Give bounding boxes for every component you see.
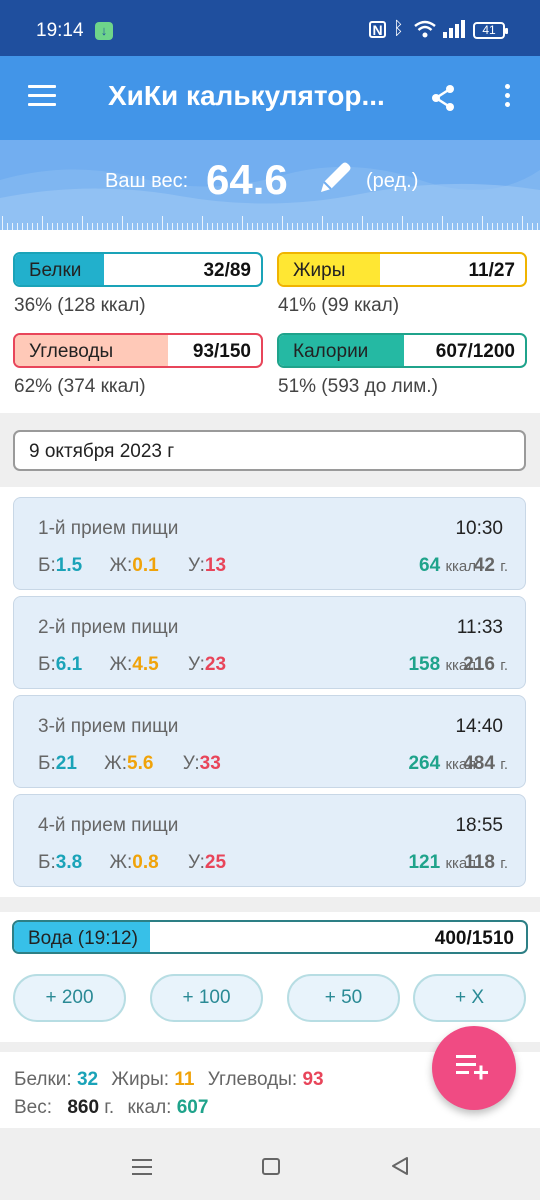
add-to-list-icon: [456, 1055, 488, 1080]
carbs-progress[interactable]: Углеводы 93/150: [13, 333, 263, 368]
summary-weight: 860: [67, 1097, 100, 1118]
download-icon: ↓: [95, 22, 113, 40]
calories-name: Калории: [293, 341, 369, 362]
app-bar: ХиКи калькулятор...: [0, 56, 540, 140]
bluetooth-icon: ᛒ: [393, 18, 404, 38]
meal-title: 2-й прием пищи: [38, 617, 179, 638]
ruler-ticks: [2, 216, 538, 230]
meal-time: 10:30: [455, 518, 503, 539]
meal-carbs: 25: [204, 852, 227, 873]
meal-nutrients: Б:1.5 Ж:0.1 У:13 64 ккал 42 г.: [38, 555, 508, 576]
protein-percent: 36% (128 ккал): [14, 295, 146, 316]
meal-protein: 21: [55, 753, 77, 774]
meal-grams: 42: [473, 555, 495, 576]
meal-time: 14:40: [455, 716, 503, 737]
meal-carbs: 13: [204, 555, 227, 576]
meal-title: 4-й прием пищи: [38, 815, 179, 836]
add-water-200-button[interactable]: + 200: [13, 974, 126, 1022]
app-title: ХиКи калькулятор...: [108, 80, 385, 111]
calories-percent: 51% (593 до лим.): [278, 376, 438, 397]
add-water-50-button[interactable]: + 50: [287, 974, 400, 1022]
meal-kcal: 64: [419, 555, 441, 576]
calories-progress[interactable]: Калории 607/1200: [277, 333, 527, 368]
meal-kcal: 264: [408, 753, 441, 774]
pencil-icon[interactable]: [315, 158, 355, 198]
summary-totals: Вес: 860 г. ккал: 607: [14, 1097, 209, 1118]
summary-macros: Белки: 32 Жиры: 11 Углеводы: 93: [14, 1069, 324, 1090]
meal-protein: 6.1: [55, 654, 83, 675]
water-card: Вода (19:12) 400/1510 + 200 + 100 + 50 +…: [0, 912, 540, 1042]
fat-progress[interactable]: Жиры 11/27: [277, 252, 527, 287]
more-vert-icon[interactable]: [500, 84, 514, 111]
meal-title: 1-й прием пищи: [38, 518, 179, 539]
recent-apps-icon[interactable]: [132, 1158, 152, 1176]
meal-kcal: 121: [408, 852, 441, 873]
meal-grams: 118: [464, 852, 495, 873]
summary-protein: 32: [76, 1069, 99, 1090]
summary-carbs: 93: [302, 1069, 324, 1090]
add-water-100-button[interactable]: + 100: [150, 974, 263, 1022]
carbs-percent: 62% (374 ккал): [14, 376, 146, 397]
meal-protein: 3.8: [55, 852, 83, 873]
wifi-icon: [414, 20, 436, 38]
back-icon[interactable]: [390, 1156, 410, 1176]
meal-item[interactable]: 4-й прием пищи 18:55 Б:3.8 Ж:0.8 У:25 12…: [13, 794, 526, 887]
menu-icon[interactable]: [28, 85, 56, 107]
calories-count: 607/1200: [435, 341, 515, 362]
summary-fat: 11: [174, 1069, 195, 1090]
meal-item[interactable]: 3-й прием пищи 14:40 Б:21 Ж:5.6 У:33 264…: [13, 695, 526, 788]
meal-time: 18:55: [455, 815, 503, 836]
date-selector[interactable]: 9 октября 2023 г: [13, 430, 526, 471]
meal-grams: 216: [463, 654, 495, 675]
meal-carbs: 33: [199, 753, 221, 774]
fat-name: Жиры: [293, 260, 346, 281]
battery-icon: 41: [473, 22, 508, 39]
meal-title: 3-й прием пищи: [38, 716, 179, 737]
meal-nutrients: Б:6.1 Ж:4.5 У:23 158 ккал 216 г.: [38, 654, 508, 675]
fat-percent: 41% (99 ккал): [278, 295, 400, 316]
meal-item[interactable]: 1-й прием пищи 10:30 Б:1.5 Ж:0.1 У:13 64…: [13, 497, 526, 590]
nfc-icon: N: [369, 21, 386, 38]
add-meal-button[interactable]: [432, 1026, 516, 1110]
carbs-count: 93/150: [192, 341, 251, 362]
carbs-name: Углеводы: [29, 341, 114, 362]
water-count: 400/1510: [434, 928, 514, 949]
weight-header: Ваш вес: 64.6 (ред.): [0, 140, 540, 230]
meal-kcal: 158: [408, 654, 441, 675]
add-water-custom-button[interactable]: + X: [413, 974, 526, 1022]
system-nav-bar: [0, 1140, 540, 1200]
protein-name: Белки: [29, 260, 82, 281]
meal-fat: 4.5: [132, 654, 159, 675]
weight-value[interactable]: 64.6: [206, 156, 288, 204]
meal-nutrients: Б:21 Ж:5.6 У:33 264 ккал 484 г.: [38, 753, 508, 774]
meal-carbs: 23: [204, 654, 227, 675]
protein-count: 32/89: [203, 260, 251, 281]
meal-fat: 0.1: [132, 555, 159, 576]
meal-fat: 0.8: [132, 852, 159, 873]
weight-label: Ваш вес:: [105, 170, 189, 192]
water-name: Вода (19:12): [28, 928, 138, 949]
fat-count: 11/27: [468, 260, 516, 281]
summary-kcal: 607: [176, 1097, 209, 1118]
meal-item[interactable]: 2-й прием пищи 11:33 Б:6.1 Ж:4.5 У:23 15…: [13, 596, 526, 689]
meal-nutrients: Б:3.8 Ж:0.8 У:25 121 ккал 118 г.: [38, 852, 508, 873]
water-progress[interactable]: Вода (19:12) 400/1510: [12, 920, 528, 954]
meal-fat: 5.6: [127, 753, 154, 774]
home-icon[interactable]: [262, 1158, 280, 1175]
status-time: 19:14: [36, 20, 84, 41]
signal-icon: [443, 20, 465, 38]
edit-weight-link[interactable]: (ред.): [366, 170, 418, 193]
macros-card: Белки 32/89 36% (128 ккал) Жиры 11/27 41…: [0, 230, 540, 413]
meal-grams: 484: [463, 753, 495, 774]
share-icon[interactable]: [430, 84, 456, 112]
meal-time: 11:33: [456, 617, 503, 638]
meals-card: 1-й прием пищи 10:30 Б:1.5 Ж:0.1 У:13 64…: [0, 487, 540, 897]
meal-protein: 1.5: [55, 555, 83, 576]
protein-progress[interactable]: Белки 32/89: [13, 252, 263, 287]
status-bar: 19:14 ↓ N ᛒ 41: [0, 0, 540, 56]
